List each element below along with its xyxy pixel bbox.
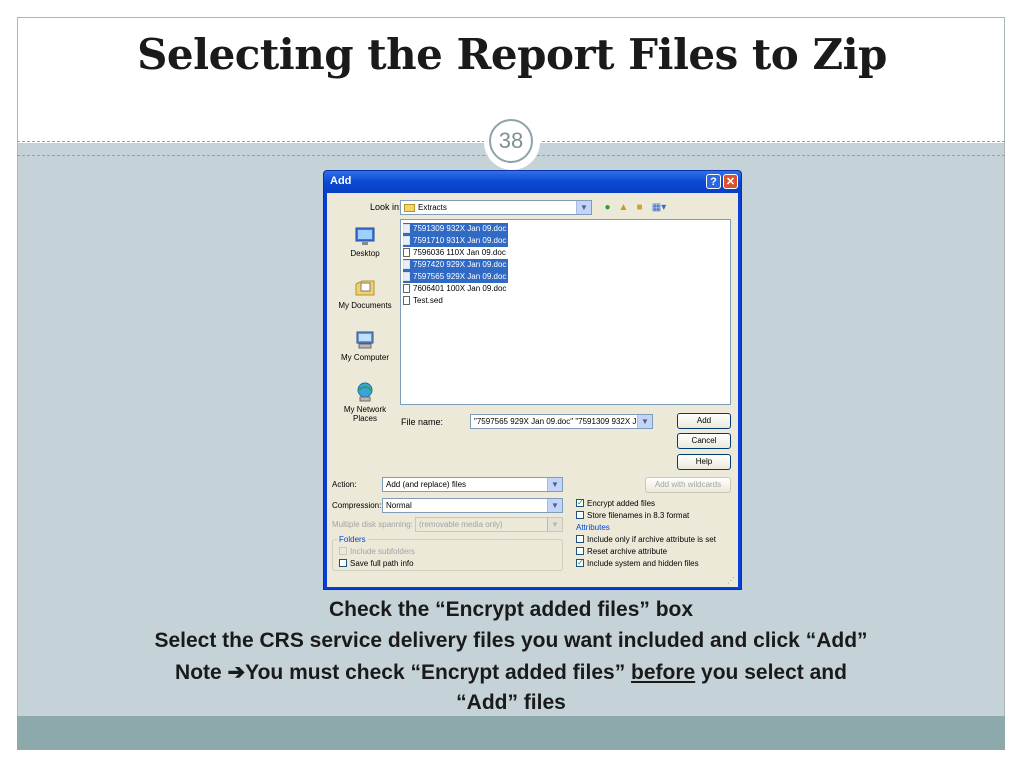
help-button[interactable]: Help (677, 454, 731, 470)
slide-title: Selecting the Report Files to Zip (137, 30, 887, 79)
desktop-icon (355, 227, 375, 245)
checkbox-box (576, 510, 584, 519)
chevron-down-icon[interactable]: ▼ (547, 478, 562, 491)
checkbox-box (576, 534, 584, 543)
document-icon (403, 248, 410, 258)
back-icon[interactable]: ● (602, 202, 613, 213)
compression-dropdown[interactable]: Normal ▼ (382, 498, 563, 513)
place-desktop[interactable]: Desktop (335, 225, 395, 258)
compression-label: Compression: (332, 501, 382, 510)
folders-title: Folders (337, 535, 368, 544)
document-icon (403, 272, 410, 282)
chevron-down-icon[interactable]: ▼ (547, 518, 562, 531)
add-with-wildcards-button[interactable]: Add with wildcards (645, 477, 731, 493)
encrypt-added-files-checkbox[interactable]: ✓ Encrypt added files (576, 498, 655, 509)
reset-archive-checkbox[interactable]: Reset archive attribute (576, 546, 667, 557)
help-icon[interactable]: ? (706, 174, 721, 189)
place-label: My Network Places (343, 405, 387, 423)
file-item[interactable]: 7591309 932X Jan 09.doc (403, 223, 509, 235)
footer-band (17, 716, 1005, 750)
file-item[interactable]: Test.sed (403, 295, 445, 307)
include-archive-checkbox[interactable]: Include only if archive attribute is set (576, 534, 716, 545)
caption-line-4: “Add” files (456, 691, 566, 714)
multiple-disk-value: (removable media only) (419, 520, 503, 529)
new-folder-icon[interactable]: ■ (634, 202, 645, 213)
save-full-path-checkbox[interactable]: Save full path info (339, 558, 414, 569)
include-subfolders-checkbox[interactable]: Include subfolders (339, 546, 415, 557)
view-menu-icon[interactable]: ▦▾ (651, 202, 667, 213)
chevron-down-icon[interactable]: ▼ (547, 499, 562, 512)
caption-line-1: Check the “Encrypt added files” box (328, 598, 694, 621)
check-icon: ✓ (576, 557, 584, 567)
network-places-icon (357, 382, 373, 402)
sed-file-icon (403, 296, 410, 306)
cancel-button[interactable]: Cancel (677, 433, 731, 449)
my-documents-icon (355, 280, 375, 296)
file-list[interactable]: 7591309 932X Jan 09.doc 7591710 931X Jan… (400, 219, 731, 405)
places-bar: Desktop My Documents My Computer My Netw… (335, 219, 395, 475)
checkbox-box (339, 546, 347, 555)
file-name-input[interactable]: "7597565 929X Jan 09.doc" "7591309 932X … (470, 414, 653, 429)
attributes-title: Attributes (576, 523, 610, 532)
file-name-label: File name: (401, 417, 444, 427)
dialog-titlebar[interactable]: Add ? ✕ (324, 171, 741, 193)
multiple-disk-label: Multiple disk spanning: (332, 520, 413, 529)
caption-line-3: Note ➔You must check “Encrypt added file… (175, 661, 847, 684)
add-dialog: Add ? ✕ Look in: Extracts ▼ ● ▲ ■ ▦▾ Des… (323, 170, 742, 590)
checkbox-box (576, 546, 584, 555)
dialog-title: Add (330, 175, 352, 187)
file-item[interactable]: 7597420 929X Jan 09.doc (403, 259, 509, 271)
chevron-down-icon[interactable]: ▼ (637, 415, 652, 428)
file-item[interactable]: 7591710 931X Jan 09.doc (403, 235, 509, 247)
place-label: My Computer (340, 353, 389, 362)
document-icon (403, 224, 410, 234)
action-value: Add (and replace) files (386, 480, 467, 489)
action-label: Action: (332, 480, 357, 489)
checkbox-box (339, 558, 347, 567)
document-icon (403, 236, 410, 246)
add-button[interactable]: Add (677, 413, 731, 429)
look-in-label: Look in: (370, 202, 402, 212)
file-item[interactable]: 7606401 100X Jan 09.doc (403, 283, 508, 295)
dialog-client: Look in: Extracts ▼ ● ▲ ■ ▦▾ Desktop My … (327, 193, 738, 587)
document-icon (403, 260, 410, 270)
folder-icon (404, 203, 415, 212)
file-item[interactable]: 7597565 929X Jan 09.doc (403, 271, 509, 283)
place-my-documents[interactable]: My Documents (335, 277, 395, 310)
store-filenames-checkbox[interactable]: Store filenames in 8.3 format (576, 510, 689, 521)
chevron-down-icon[interactable]: ▼ (576, 201, 591, 214)
place-my-computer[interactable]: My Computer (335, 329, 395, 362)
my-computer-icon (356, 331, 374, 349)
size-grip-icon[interactable]: ⋰ (727, 576, 737, 586)
emphasis-before: before (631, 661, 696, 684)
close-icon[interactable]: ✕ (723, 174, 738, 189)
file-item[interactable]: 7596036 110X Jan 09.doc (403, 247, 508, 259)
action-dropdown[interactable]: Add (and replace) files ▼ (382, 477, 563, 492)
include-system-checkbox[interactable]: ✓ Include system and hidden files (576, 558, 699, 569)
check-icon: ✓ (576, 497, 584, 507)
multiple-disk-dropdown[interactable]: (removable media only) ▼ (415, 517, 563, 532)
arrow-icon: ➔ (227, 661, 246, 684)
file-name-value: "7597565 929X Jan 09.doc" "7591309 932X … (474, 417, 637, 426)
up-folder-icon[interactable]: ▲ (618, 202, 629, 213)
document-icon (403, 284, 410, 294)
compression-value: Normal (386, 501, 412, 510)
place-label: Desktop (350, 249, 380, 258)
page-number: 38 (489, 119, 533, 163)
look-in-value: Extracts (418, 203, 447, 212)
look-in-dropdown[interactable]: Extracts ▼ (400, 200, 592, 215)
place-network[interactable]: My Network Places (335, 381, 395, 423)
caption-line-2: Select the CRS service delivery files yo… (154, 629, 868, 652)
place-label: My Documents (338, 301, 392, 310)
